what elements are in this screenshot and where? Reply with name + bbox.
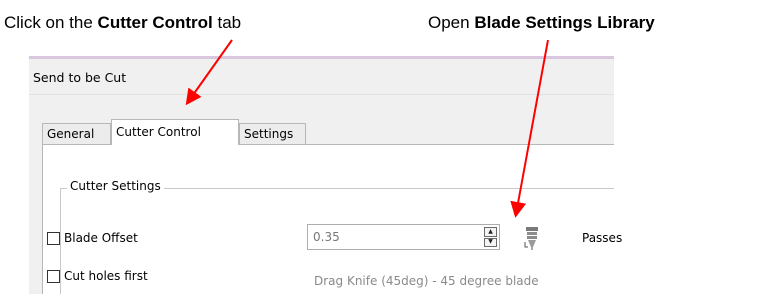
tab-general[interactable]: General <box>42 123 111 144</box>
passes-label: Passes <box>582 231 623 245</box>
spin-buttons: ▲ ▼ <box>484 227 497 247</box>
blade-offset-checkbox[interactable] <box>47 231 60 245</box>
cut-holes-label: Cut holes first <box>64 269 148 283</box>
tab-cutter-control[interactable]: Cutter Control <box>111 119 239 145</box>
annotation-cutter-control: Click on the Cutter Control tab <box>4 13 241 33</box>
annotation-right-bold: Blade Settings Library <box>474 13 655 32</box>
blade-holder-icon[interactable] <box>522 225 542 251</box>
cut-holes-checkbox[interactable] <box>47 269 60 283</box>
blade-offset-label: Blade Offset <box>64 231 138 245</box>
annotation-left-prefix: Click on the <box>4 13 98 32</box>
title-divider <box>29 94 614 95</box>
spin-up-icon[interactable]: ▲ <box>484 227 497 237</box>
annotation-blade-library: Open Blade Settings Library <box>428 13 655 33</box>
annotation-left-suffix: tab <box>212 13 242 32</box>
blade-description: Drag Knife (45deg) - 45 degree blade <box>314 274 539 288</box>
annotation-left-bold: Cutter Control <box>97 13 213 32</box>
blade-offset-spinbox[interactable]: 0.35 ▲ ▼ <box>307 224 500 250</box>
tab-settings[interactable]: Settings <box>239 123 306 144</box>
annotation-right-prefix: Open <box>428 13 475 32</box>
window-title: Send to be Cut <box>33 70 127 85</box>
blade-offset-value: 0.35 <box>313 230 340 244</box>
send-to-be-cut-window: Send to be Cut General Cutter Control Se… <box>29 56 622 294</box>
blade-offset-row: Blade Offset <box>47 231 138 245</box>
cutter-settings-legend: Cutter Settings <box>67 179 164 193</box>
cut-holes-row: Cut holes first <box>47 269 148 283</box>
spin-down-icon[interactable]: ▼ <box>484 237 497 247</box>
